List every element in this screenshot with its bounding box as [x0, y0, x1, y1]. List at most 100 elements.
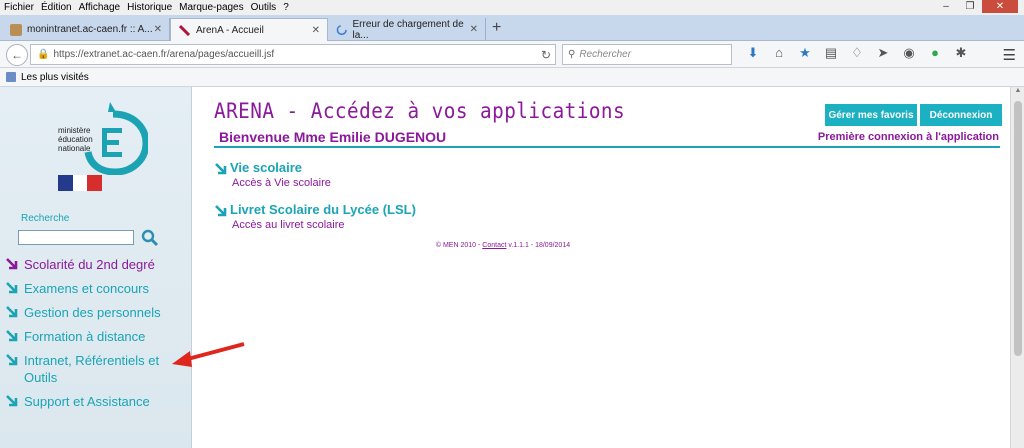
footer-version: v.1.1.1 - 18/09/2014 [506, 242, 571, 249]
lock-icon: 🔒 [37, 49, 50, 60]
sidebar-item-label: Gestion des personnels [24, 305, 161, 320]
arrow-down-right-icon [6, 330, 18, 342]
menu-historique[interactable]: Historique [127, 2, 172, 13]
close-tab-icon[interactable]: ✕ [154, 24, 162, 35]
tab-label: monintranet.ac-caen.fr :: A... [27, 24, 153, 35]
reload-icon[interactable]: ↻ [541, 48, 551, 62]
arrow-down-right-icon [6, 306, 18, 318]
menu-bar: Fichier Édition Affichage Historique Mar… [0, 0, 1024, 15]
chat-icon[interactable]: ◉ [896, 45, 922, 61]
scroll-up-icon[interactable]: ▲ [1011, 87, 1024, 99]
menu-affichage[interactable]: Affichage [79, 2, 121, 13]
new-tab-icon[interactable]: + [492, 19, 501, 37]
app-link-livret-scolaire[interactable]: Livret Scolaire du Lycée (LSL) [215, 202, 416, 217]
arrow-down-right-icon [6, 282, 18, 294]
tab-bar: monintranet.ac-caen.fr :: A... ✕ ArenA -… [0, 15, 1024, 41]
sidebar-item-label: Scolarité du 2nd degré [24, 257, 155, 272]
search-placeholder: Rechercher [579, 49, 632, 60]
red-annotation-arrow-icon [172, 342, 245, 367]
minimize-icon[interactable]: – [934, 0, 958, 13]
url-bar[interactable]: 🔒 https://extranet.ac-caen.fr/arena/page… [30, 44, 556, 65]
plugin-icon[interactable]: ✱ [948, 45, 974, 61]
menu-fichier[interactable]: Fichier [4, 2, 34, 13]
app-description[interactable]: Accès à Vie scolaire [232, 177, 331, 189]
bookmark-most-visited[interactable]: Les plus visités [21, 72, 89, 83]
arrow-down-right-icon [6, 395, 18, 407]
logo-text: ministère éducation nationale [58, 126, 93, 153]
maximize-icon[interactable]: ❐ [958, 0, 982, 13]
sidebar-search-input[interactable] [18, 230, 134, 245]
republique-francaise-logo [58, 175, 103, 203]
download-icon[interactable]: ⬇ [740, 45, 766, 61]
bookmarks-list-icon[interactable]: ▤ [818, 45, 844, 61]
welcome-message: Bienvenue Mme Emilie DUGENOU [219, 129, 447, 145]
sidebar-item-gestion-personnels[interactable]: Gestion des personnels [6, 304, 186, 321]
search-icon: ⚲ [568, 49, 576, 60]
send-icon[interactable]: ➤ [870, 45, 896, 61]
sidebar-item-scolarite[interactable]: Scolarité du 2nd degré [6, 256, 186, 273]
first-connection-link[interactable]: Première connexion à l'application [818, 131, 999, 143]
search-label: Recherche [21, 213, 70, 224]
app-link-vie-scolaire[interactable]: Vie scolaire [215, 160, 331, 175]
sidebar-item-formation[interactable]: Formation à distance [6, 328, 186, 345]
bookmark-star-icon[interactable]: ★ [792, 45, 818, 61]
logo-line-1: ministère [58, 126, 91, 135]
tab-label: ArenA - Accueil [196, 24, 264, 36]
sidebar-item-label: Support et Assistance [24, 394, 150, 409]
ministere-logo: ministère éducation nationale [58, 100, 148, 175]
footer: © MEN 2010 - Contact v.1.1.1 - 18/09/201… [193, 242, 813, 249]
scrollbar-thumb[interactable] [1014, 101, 1022, 356]
home-icon[interactable]: ⌂ [766, 45, 792, 61]
url-text: https://extranet.ac-caen.fr/arena/pages/… [53, 49, 275, 60]
app-livret-scolaire: Livret Scolaire du Lycée (LSL) Accès au … [215, 202, 416, 231]
extension-icon[interactable]: ● [922, 45, 948, 61]
menu-marque-pages[interactable]: Marque-pages [179, 2, 243, 13]
menu-edition[interactable]: Édition [41, 2, 72, 13]
sidebar-item-label: Intranet, Référentiels et Outils [24, 353, 160, 385]
french-flag-icon [58, 175, 103, 191]
close-tab-icon[interactable]: ✕ [312, 25, 320, 36]
navigation-bar: ← 🔒 https://extranet.ac-caen.fr/arena/pa… [0, 41, 1024, 68]
loading-icon [336, 24, 347, 35]
close-window-icon[interactable]: ✕ [982, 0, 1018, 13]
app-title: Livret Scolaire du Lycée (LSL) [230, 202, 416, 217]
magnifier-search-icon[interactable] [141, 229, 159, 252]
search-field[interactable]: ⚲ Rechercher [562, 44, 732, 65]
close-tab-icon[interactable]: ✕ [470, 24, 478, 35]
sidebar-menu: Scolarité du 2nd degré Examens et concou… [6, 256, 186, 417]
logout-button[interactable]: Déconnexion [920, 104, 1002, 126]
tab-arena-accueil[interactable]: ArenA - Accueil ✕ [170, 18, 328, 41]
toolbar-icons: ⬇ ⌂ ★ ▤ ♢ ➤ ◉ ● ✱ [740, 45, 974, 61]
globe-icon [10, 23, 22, 36]
arrow-down-right-icon [215, 204, 227, 216]
main-content: ARENA - Accédez à vos applications Gérer… [193, 87, 1010, 448]
arrow-down-right-icon [6, 354, 18, 366]
bookmark-folder-icon [6, 72, 16, 82]
tab-monintranet[interactable]: monintranet.ac-caen.fr :: A... ✕ [2, 18, 170, 41]
sidebar-item-label: Formation à distance [24, 329, 146, 344]
pocket-icon[interactable]: ♢ [844, 45, 870, 61]
app-description[interactable]: Accès au livret scolaire [232, 219, 416, 231]
app-title: Vie scolaire [230, 160, 303, 175]
app-vie-scolaire: Vie scolaire Accès à Vie scolaire [215, 160, 331, 189]
bookmarks-bar: Les plus visités [0, 68, 1024, 87]
page-title: ARENA - Accédez à vos applications [214, 99, 626, 123]
manage-favorites-button[interactable]: Gérer mes favoris [825, 104, 917, 126]
tab-erreur-chargement[interactable]: Erreur de chargement de la... ✕ [328, 18, 486, 41]
sidebar: ministère éducation nationale Recherche … [0, 87, 192, 448]
vertical-scrollbar[interactable]: ▲ [1010, 87, 1024, 448]
sidebar-item-intranet[interactable]: Intranet, Référentiels et Outils [6, 352, 186, 386]
sidebar-item-examens[interactable]: Examens et concours [6, 280, 186, 297]
back-arrow-icon[interactable]: ← [6, 44, 28, 66]
tab-label: Erreur de chargement de la... [352, 18, 464, 41]
window-controls: – ❐ ✕ [934, 0, 1018, 13]
menu-help[interactable]: ? [283, 2, 289, 13]
menu-hamburger-icon[interactable]: ☰ [1003, 46, 1016, 64]
header-divider [214, 146, 1000, 148]
menu-outils[interactable]: Outils [251, 2, 277, 13]
contact-link[interactable]: Contact [482, 242, 506, 249]
arrow-down-right-icon [6, 258, 18, 270]
sidebar-item-label: Examens et concours [24, 281, 150, 296]
sidebar-item-support[interactable]: Support et Assistance [6, 393, 186, 410]
logo-line-2: éducation [58, 135, 93, 144]
